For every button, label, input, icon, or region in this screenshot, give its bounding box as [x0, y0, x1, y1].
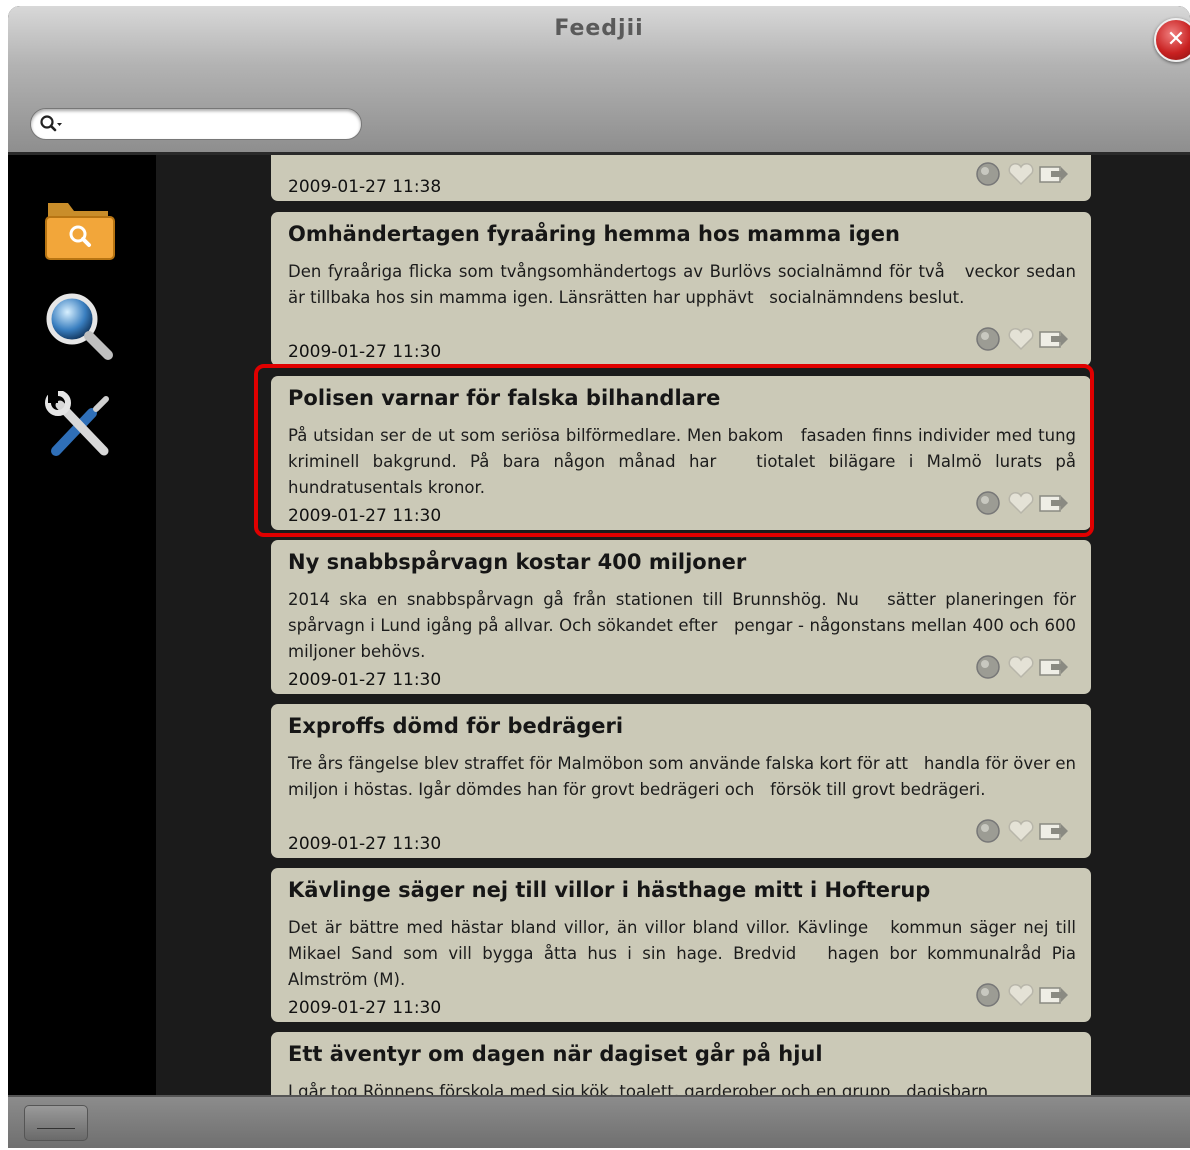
feed-item[interactable]: Ny snabbspårvagn kostar 400 miljoner 201…: [271, 540, 1091, 694]
heart-icon[interactable]: [1007, 326, 1035, 352]
feed-item-actions: [975, 161, 1071, 187]
feed-item-actions: [975, 326, 1071, 352]
title-bar: Feedjii ✕: [8, 6, 1190, 155]
feed-item-date: 2009-01-27 11:30: [288, 998, 442, 1018]
feed-item-title[interactable]: Kävlinge säger nej till villor i hästhag…: [288, 878, 1076, 902]
tools-icon[interactable]: [42, 390, 118, 463]
feed-item-date: 2009-01-27 11:30: [288, 834, 442, 854]
share-icon[interactable]: [1039, 490, 1069, 516]
feed-item-title[interactable]: Polisen varnar för falska bilhandlare: [288, 386, 1076, 410]
feed-item-desc: På utsidan ser de ut som seriösa bilförm…: [288, 426, 1082, 497]
feed-item-actions: [975, 982, 1071, 1008]
sidebar: [8, 155, 156, 1095]
feed-item[interactable]: Kävlinge säger nej till villor i hästhag…: [271, 868, 1091, 1022]
feed-item[interactable]: Exproffs dömd för bedrägeri Tre års fäng…: [271, 704, 1091, 858]
magnifier-icon[interactable]: [42, 289, 118, 361]
feed-item-desc: I går tog Rönnens förskola med sig kök, …: [288, 1082, 989, 1095]
feed-item-title[interactable]: Ett äventyr om dagen när dagiset går på …: [288, 1042, 1076, 1066]
search-box[interactable]: [30, 108, 362, 140]
share-icon[interactable]: [1039, 326, 1069, 352]
feed-item[interactable]: Omhändertagen fyraåring hemma hos mamma …: [271, 212, 1091, 366]
feed-item-actions: [975, 490, 1071, 516]
close-button[interactable]: ✕: [1154, 18, 1190, 62]
feed-item-actions: [975, 818, 1071, 844]
feed-item-desc: 2014 ska en snabbspårvagn gå från statio…: [288, 590, 1082, 661]
feed-item-desc: Det är bättre med hästar bland villor, ä…: [288, 918, 1082, 989]
feed-item-desc: Den fyraåriga flicka som tvångsomhändert…: [288, 262, 1082, 307]
share-icon[interactable]: [1039, 818, 1069, 844]
feed-item-date: 2009-01-27 11:30: [288, 342, 442, 362]
feed-item-date: 2009-01-27 11:30: [288, 670, 442, 690]
heart-icon[interactable]: [1007, 982, 1035, 1008]
globe-icon[interactable]: [975, 490, 1001, 516]
globe-icon[interactable]: [975, 161, 1001, 187]
feed-item[interactable]: 2009-01-27 11:38: [271, 155, 1091, 201]
feed-item[interactable]: Ett äventyr om dagen när dagiset går på …: [271, 1032, 1091, 1095]
heart-icon[interactable]: [1007, 818, 1035, 844]
feed-item-date: 2009-01-27 11:38: [288, 177, 442, 197]
bottom-bar: [8, 1095, 1190, 1148]
search-input[interactable]: [71, 113, 355, 137]
feed-item-title[interactable]: Ny snabbspårvagn kostar 400 miljoner: [288, 550, 1076, 574]
search-icon[interactable]: [39, 114, 63, 134]
globe-icon[interactable]: [975, 654, 1001, 680]
feed-item-selected[interactable]: Polisen varnar för falska bilhandlare På…: [271, 376, 1091, 530]
feed-item-title[interactable]: Omhändertagen fyraåring hemma hos mamma …: [288, 222, 1076, 246]
share-icon[interactable]: [1039, 161, 1069, 187]
collapse-button[interactable]: [24, 1105, 88, 1141]
feed-area[interactable]: 2009-01-27 11:38 Omhändertagen fyraåring…: [156, 155, 1190, 1095]
heart-icon[interactable]: [1007, 654, 1035, 680]
folder-search-icon[interactable]: [42, 193, 118, 265]
globe-icon[interactable]: [975, 326, 1001, 352]
globe-icon[interactable]: [975, 982, 1001, 1008]
feed-item-desc: Tre års fängelse blev straffet för Malmö…: [288, 754, 1082, 799]
feed-item-title[interactable]: Exproffs dömd för bedrägeri: [288, 714, 1076, 738]
share-icon[interactable]: [1039, 982, 1069, 1008]
feed-item-actions: [975, 654, 1071, 680]
heart-icon[interactable]: [1007, 490, 1035, 516]
globe-icon[interactable]: [975, 818, 1001, 844]
heart-icon[interactable]: [1007, 161, 1035, 187]
share-icon[interactable]: [1039, 654, 1069, 680]
window-title: Feedjii: [554, 16, 644, 41]
app-window: Feedjii ✕ 2009-01-27 11:38 Omhändertagen…: [8, 6, 1190, 1148]
feed-item-date: 2009-01-27 11:30: [288, 506, 442, 526]
